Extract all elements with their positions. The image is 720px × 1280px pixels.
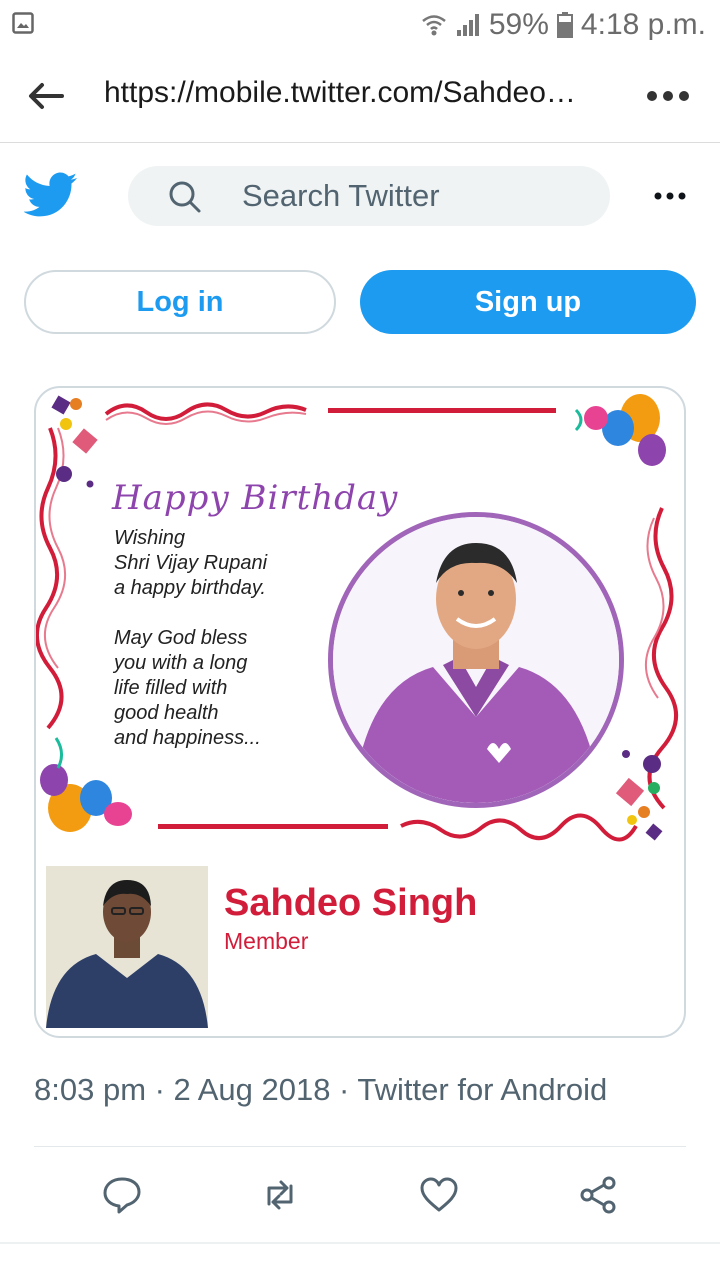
- url-field[interactable]: https://mobile.twitter.com/Sahdeo…: [104, 76, 604, 110]
- login-button[interactable]: Log in: [24, 270, 336, 334]
- member-photo: [46, 866, 208, 1028]
- battery-icon: [556, 12, 573, 38]
- birthday-message: Wishing Shri Vijay Rupani a happy birthd…: [114, 527, 268, 749]
- status-bar: 59% 4:18 p.m.: [0, 0, 720, 50]
- clock: 4:18 p.m.: [580, 8, 706, 41]
- member-name: Sahdeo Singh: [224, 882, 478, 924]
- gallery-notification-icon: [12, 12, 34, 34]
- tweet-media-image[interactable]: Happy Birthday Wishing Shri Vijay Rupani…: [34, 386, 686, 1038]
- signal-icon: [455, 12, 481, 38]
- divider: [34, 1146, 686, 1147]
- member-role: Member: [224, 928, 309, 954]
- battery-percent: 59%: [488, 8, 549, 41]
- portrait-photo: [328, 512, 624, 808]
- like-icon[interactable]: [418, 1174, 460, 1216]
- browser-menu-icon[interactable]: [644, 82, 692, 110]
- happy-birthday-heading: Happy Birthday: [112, 478, 399, 518]
- signup-button[interactable]: Sign up: [360, 270, 696, 334]
- twitter-bird-icon[interactable]: [23, 172, 78, 218]
- wifi-icon: [421, 12, 447, 38]
- share-icon[interactable]: [577, 1174, 619, 1216]
- tweet-timestamp[interactable]: 8:03 pm · 2 Aug 2018 · Twitter for Andro…: [34, 1072, 607, 1108]
- retweet-icon[interactable]: [259, 1174, 301, 1216]
- reply-icon[interactable]: [101, 1174, 143, 1216]
- status-indicators: 59% 4:18 p.m.: [421, 6, 706, 44]
- back-arrow-icon[interactable]: [24, 74, 68, 118]
- search-placeholder[interactable]: Search Twitter: [242, 178, 440, 214]
- bottom-divider: [0, 1242, 720, 1244]
- search-icon: [166, 178, 204, 216]
- more-options-icon[interactable]: [650, 182, 690, 210]
